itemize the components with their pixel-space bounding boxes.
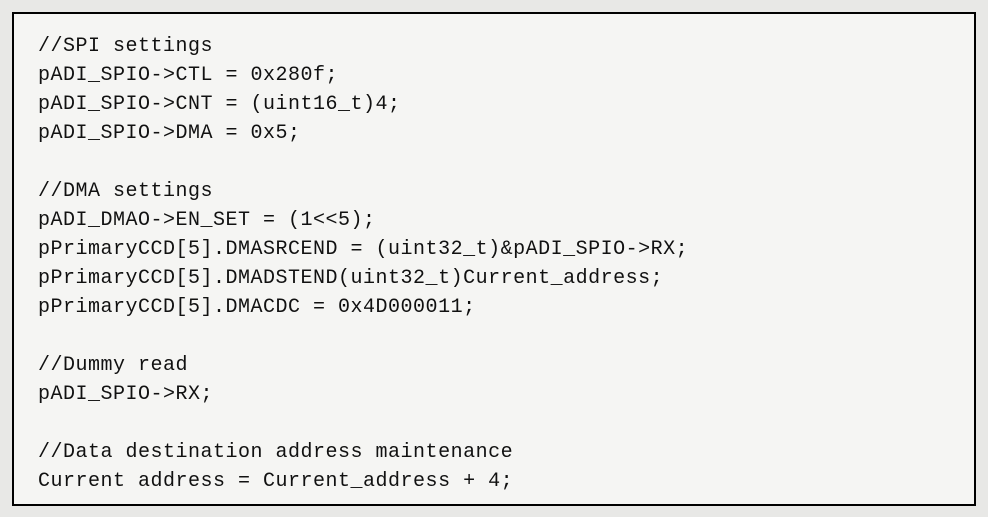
code-line: pADI_DMAO->EN_SET = (1<<5);: [38, 209, 376, 232]
code-line: pPrimaryCCD[5].DMASRCEND = (uint32_t)&pA…: [38, 238, 688, 261]
code-line: pADI_SPIO->CTL = 0x280f;: [38, 64, 338, 87]
code-line: pPrimaryCCD[5].DMADSTEND(uint32_t)Curren…: [38, 267, 663, 290]
code-block: //SPI settings pADI_SPIO->CTL = 0x280f; …: [38, 32, 950, 496]
code-line: pADI_SPIO->CNT = (uint16_t)4;: [38, 93, 401, 116]
code-line: //Dummy read: [38, 354, 188, 377]
code-frame: //SPI settings pADI_SPIO->CTL = 0x280f; …: [12, 12, 976, 506]
code-line: //DMA settings: [38, 180, 213, 203]
code-line: pADI_SPIO->DMA = 0x5;: [38, 122, 301, 145]
code-line: //Data destination address maintenance: [38, 441, 513, 464]
code-line: Current address = Current_address + 4;: [38, 470, 513, 493]
code-line: //SPI settings: [38, 35, 213, 58]
code-line: pPrimaryCCD[5].DMACDC = 0x4D000011;: [38, 296, 476, 319]
code-line: pADI_SPIO->RX;: [38, 383, 213, 406]
